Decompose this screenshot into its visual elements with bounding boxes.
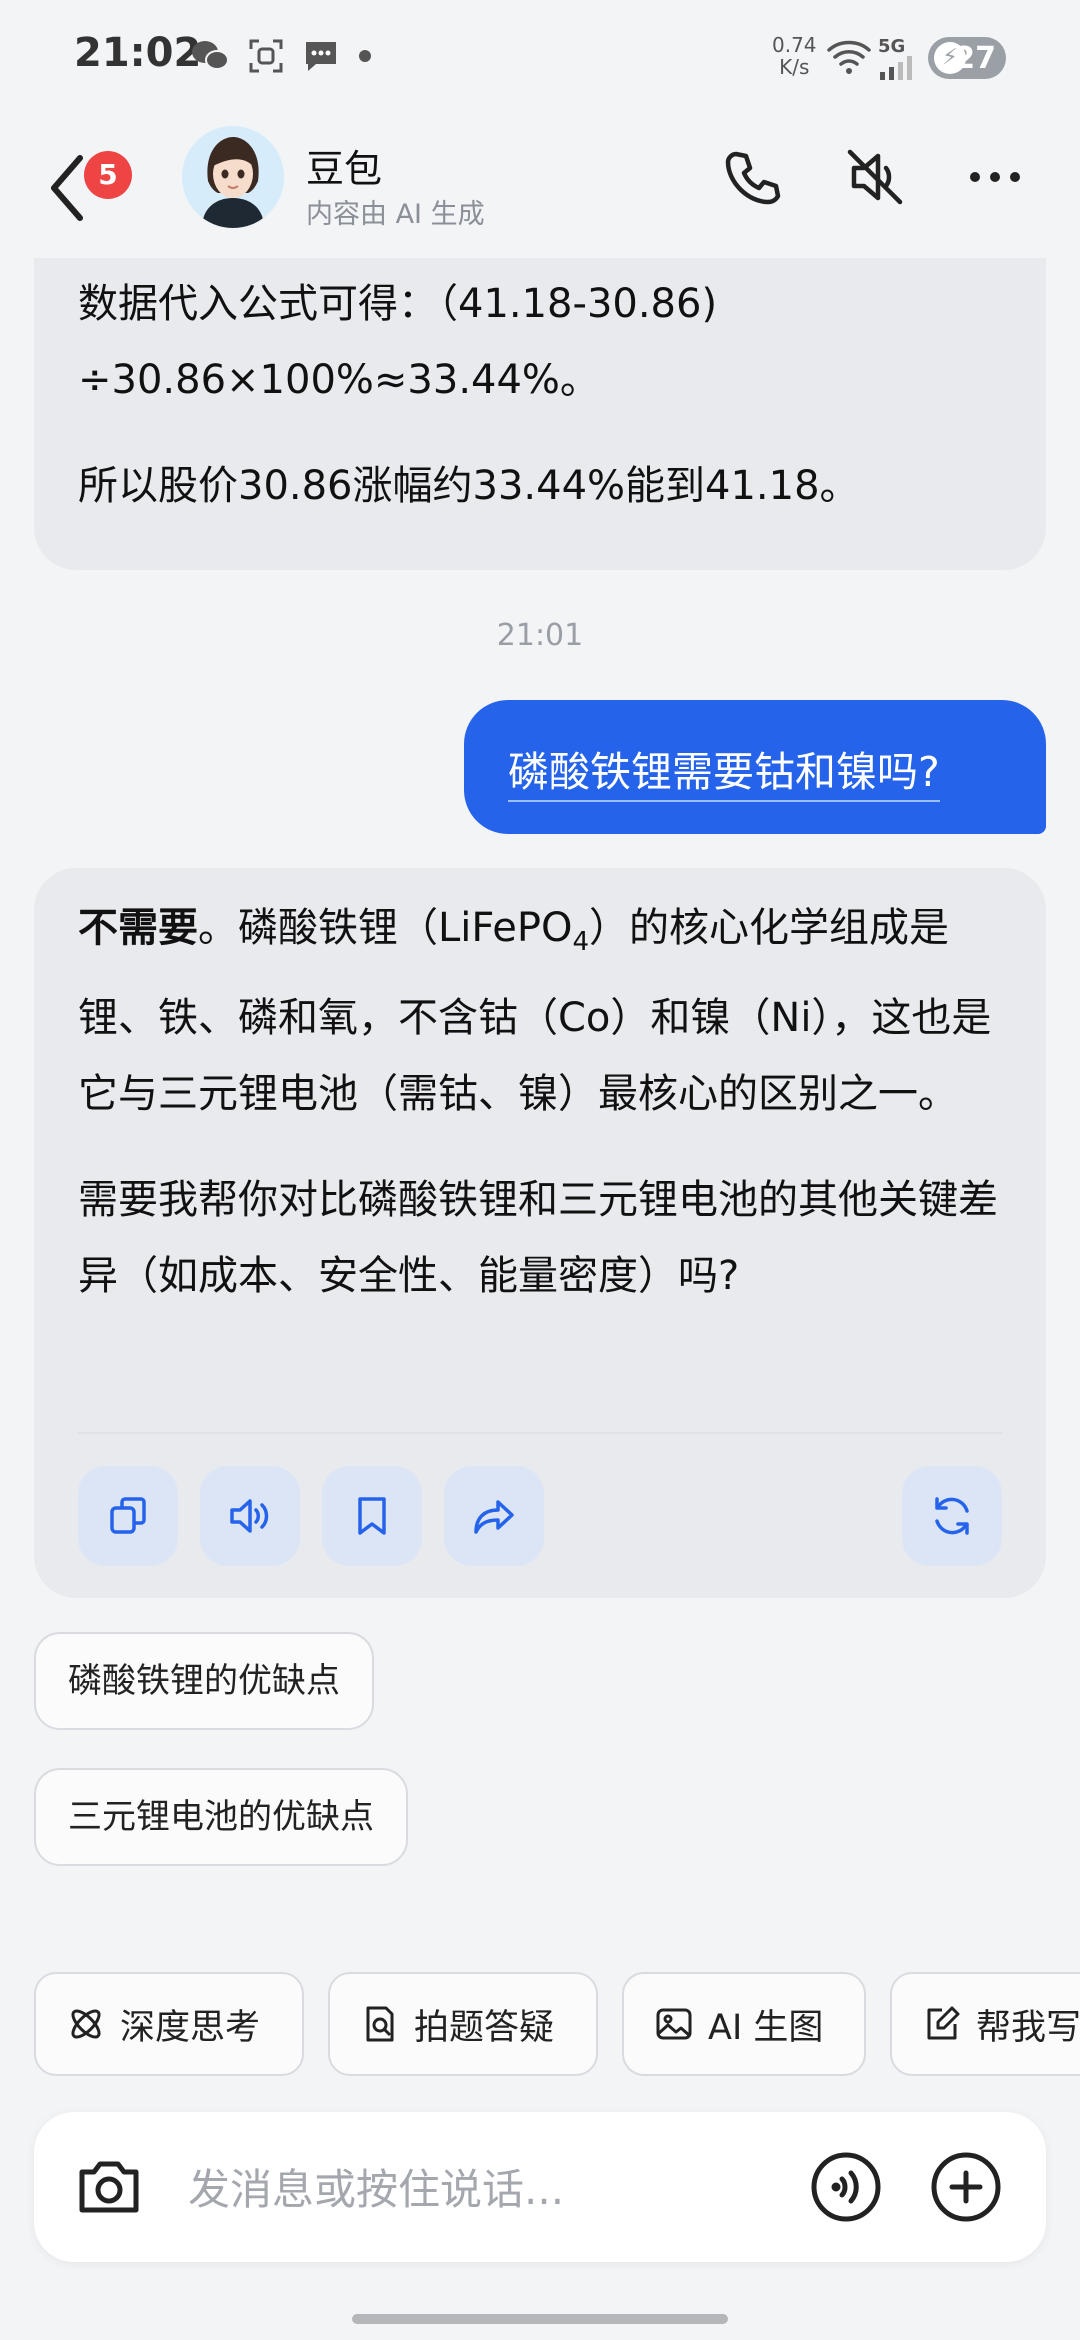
- tool-label: 帮我写: [976, 2007, 1080, 2048]
- edit-icon: [927, 2006, 960, 2040]
- phone-icon[interactable]: [718, 142, 788, 212]
- answer-subscript: 4: [572, 927, 589, 957]
- message-input-bar: 发消息或按住说话...: [34, 2112, 1046, 2262]
- bookmark-button[interactable]: [322, 1466, 422, 1566]
- signal-indicator: 5G: [878, 38, 918, 84]
- net-speed-unit: K/s: [779, 55, 810, 79]
- copy-button[interactable]: [78, 1466, 178, 1566]
- user-message-text: 磷酸铁锂需要钴和镍吗?: [508, 748, 940, 802]
- avatar-illustration: [182, 126, 284, 228]
- suggestion-chip[interactable]: 三元锂电池的优缺点: [34, 1768, 408, 1866]
- speaker-icon: [230, 1499, 269, 1533]
- net-speed-value: 0.74: [772, 33, 817, 57]
- refresh-icon: [935, 1497, 969, 1535]
- wechat-icon: [192, 41, 229, 70]
- tool-label: 拍题答疑: [414, 2007, 555, 2048]
- bot-name: 豆包: [306, 147, 383, 191]
- ai-image-button[interactable]: AI 生图: [622, 1972, 866, 2076]
- tool-label: AI 生图: [708, 2007, 824, 2048]
- voice-call-icon[interactable]: [810, 2151, 882, 2223]
- image-icon: [656, 2008, 692, 2040]
- bookmark-icon: [358, 1497, 386, 1535]
- speaker-mute-icon[interactable]: [840, 142, 910, 212]
- status-bar: 21:02 0.74 K/s 5G ⚡ 27: [0, 0, 1080, 118]
- ai-generated-note: 内容由 AI 生成: [306, 199, 485, 230]
- copy-icon: [110, 1497, 146, 1534]
- message-icon: [306, 42, 336, 71]
- dot-icon: [359, 50, 371, 62]
- notification-icons: [190, 38, 372, 74]
- status-time: 21:02: [74, 30, 202, 76]
- answer-bold: 不需要: [78, 905, 198, 951]
- divider: [78, 1432, 1002, 1434]
- regenerate-button[interactable]: [902, 1466, 1002, 1566]
- photo-answer-button[interactable]: 拍题答疑: [328, 1972, 598, 2076]
- answer-followup: 需要我帮你对比磷酸铁锂和三元锂电池的其他关键差异（如成本、安全性、能量密度）吗?: [78, 1177, 998, 1299]
- tool-label: 深度思考: [120, 2007, 261, 2048]
- ai-message-previous: 数据代入公式可得：（41.18-30.86) ÷30.86×100%≈33.44…: [34, 258, 1046, 570]
- network-type: 5G: [878, 36, 906, 57]
- tool-row: 深度思考 拍题答疑 AI 生图 帮我写: [34, 1972, 1080, 2076]
- message-line: 数据代入公式可得：（41.18-30.86): [78, 281, 718, 327]
- back-arrow-icon[interactable]: [44, 148, 94, 228]
- camera-icon[interactable]: [74, 2154, 144, 2220]
- ai-message-answer: 不需要。磷酸铁锂（LiFePO4）的核心化学组成是锂、铁、磷和氧，不含钴（Co）…: [34, 868, 1046, 1598]
- answer-text: 。磷酸铁锂（LiFePO: [198, 905, 573, 951]
- share-icon: [474, 1500, 514, 1534]
- wifi-icon: [827, 40, 871, 74]
- message-input[interactable]: 发消息或按住说话...: [188, 2156, 564, 2217]
- message-line: 所以股价30.86涨幅约33.44%能到41.18。: [78, 463, 860, 509]
- atom-icon: [71, 2009, 101, 2039]
- deep-think-button[interactable]: 深度思考: [34, 1972, 304, 2076]
- share-button[interactable]: [444, 1466, 544, 1566]
- signal-icon: [880, 56, 912, 80]
- answer-paragraph: 不需要。磷酸铁锂（LiFePO4）的核心化学组成是锂、铁、磷和氧，不含钴（Co）…: [78, 890, 1002, 1132]
- net-speed: 0.74 K/s: [772, 34, 817, 78]
- read-aloud-button[interactable]: [200, 1466, 300, 1566]
- user-message[interactable]: 磷酸铁锂需要钴和镍吗?: [464, 700, 1046, 834]
- doc-search-icon: [366, 2006, 394, 2042]
- message-line: ÷30.86×100%≈33.44%。: [78, 357, 600, 403]
- home-indicator[interactable]: [352, 2314, 728, 2324]
- battery-indicator: ⚡ 27: [928, 37, 1006, 79]
- unread-badge: 5: [84, 151, 132, 199]
- bot-avatar[interactable]: [182, 126, 284, 228]
- message-timestamp: 21:01: [496, 618, 584, 653]
- write-for-me-button[interactable]: 帮我写: [890, 1972, 1080, 2076]
- charging-icon: ⚡: [934, 42, 966, 74]
- scan-icon: [249, 39, 283, 73]
- add-icon[interactable]: [930, 2151, 1002, 2223]
- chat-header: 5 豆包 内容由 AI 生成: [0, 118, 1080, 258]
- suggestion-chip[interactable]: 磷酸铁锂的优缺点: [34, 1632, 374, 1730]
- more-options-icon[interactable]: [960, 142, 1030, 212]
